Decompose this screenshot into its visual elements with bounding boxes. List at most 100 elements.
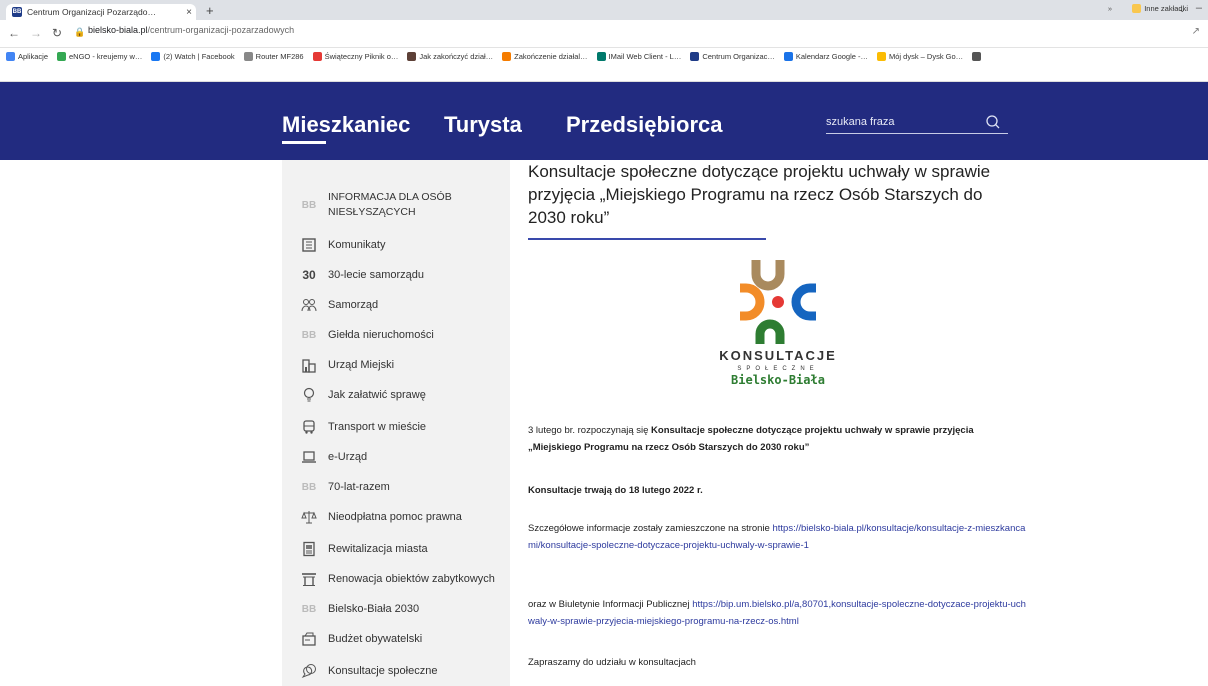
sidebar-item[interactable]: Rewitalizacja miasta: [282, 534, 510, 564]
sidebar-item[interactable]: Komunikaty: [282, 230, 510, 260]
bookmark-item[interactable]: Zakończenie działal…: [502, 52, 588, 61]
chat-icon: [300, 662, 318, 680]
reload-icon[interactable]: ↻: [52, 26, 62, 40]
bookmark-favicon-icon: [502, 52, 512, 61]
newspaper-icon: [300, 236, 318, 254]
bookmark-item[interactable]: eNGO - kreujemy w…: [57, 52, 142, 61]
forward-arrow-icon[interactable]: →: [30, 26, 42, 40]
sidebar-item[interactable]: BB Bielsko-Biała 2030: [282, 594, 510, 624]
bookmark-favicon-icon: [407, 52, 417, 61]
tab-close-icon[interactable]: ×: [182, 7, 196, 18]
sidebar-menu: BB INFORMACJA DLA OSÓB NIESŁYSZĄCYCH Komun…: [282, 160, 510, 686]
sidebar-item-label: 30-lecie samorządu: [328, 268, 424, 281]
bookmark-label: Aplikacje: [18, 52, 49, 61]
bookmark-item[interactable]: Mój dysk – Dysk Go…: [877, 52, 963, 61]
details-text: Szczegółowe informacje zostały zamieszcz…: [528, 523, 773, 534]
search-box: [826, 112, 1008, 134]
sidebar-item[interactable]: Transport w mieście: [282, 412, 510, 442]
sidebar-item[interactable]: Samorząd: [282, 290, 510, 320]
bookmark-label: Centrum Organizac…: [702, 52, 775, 61]
bookmark-label: IMail Web Client - L…: [608, 52, 682, 61]
sidebar-item-label: Transport w mieście: [328, 420, 427, 433]
lightbulb-icon: [300, 386, 318, 404]
bb-logo-icon: BB: [301, 329, 317, 341]
other-bookmarks[interactable]: Inne zakładki: [1132, 4, 1188, 13]
building-icon: [300, 356, 318, 374]
logo-sub: SPOŁECZNE: [737, 366, 818, 372]
back-arrow-icon[interactable]: ←: [8, 26, 20, 40]
bookmark-label: Jak zakończyć dział…: [419, 52, 494, 61]
logo-word: KONSULTACJE: [719, 348, 837, 363]
address-bar-row: ← → ↻ 🔒 bielsko-biala.pl/centrum-organiz…: [0, 20, 1208, 48]
bookmarks-overflow-button[interactable]: »: [1108, 4, 1112, 13]
bookmark-favicon-icon: [690, 52, 700, 61]
bookmark-label: eNGO - kreujemy w…: [69, 52, 143, 61]
bookmark-favicon-icon: [243, 52, 253, 61]
sidebar-item-label: 70-lat-razem: [328, 480, 390, 493]
bb-logo-icon: BB: [301, 199, 317, 211]
bip-paragraph: oraz w Biuletynie Informacji Publicznej …: [528, 596, 1028, 630]
bookmark-item[interactable]: IMail Web Client - L…: [596, 52, 682, 61]
other-bookmarks-label: Inne zakładki: [1144, 4, 1188, 13]
sidebar-item-label: Nieodpłatna pomoc prawna: [328, 510, 462, 523]
share-icon[interactable]: ↗: [1192, 26, 1200, 37]
sidebar-item-label: Komunikaty: [328, 238, 386, 251]
article-title: Konsultacje społeczne dotyczące projektu…: [528, 162, 991, 227]
konsultacje-logo: KONSULTACJE SPOŁECZNE Bielsko-Biała: [719, 260, 837, 387]
bookmark-item[interactable]: (2) Watch | Facebook: [151, 52, 235, 61]
search-icon[interactable]: [984, 113, 1002, 131]
url-field[interactable]: bielsko-biala.pl/centrum-organizacji-poz…: [88, 25, 294, 35]
monument-icon: [300, 570, 318, 588]
sidebar-item-label: Renowacja obiektów zabytkowych: [328, 572, 495, 585]
bookmark-item[interactable]: Jak zakończyć dział…: [407, 52, 493, 61]
sidebar-item[interactable]: Urząd Miejski: [282, 350, 510, 380]
minimize-icon[interactable]: –: [1196, 2, 1202, 14]
wallet-icon: [300, 630, 318, 648]
sidebar-item[interactable]: Renowacja obiektów zabytkowych: [282, 564, 510, 594]
nav-przedsiebiorca[interactable]: Przedsiębiorca: [566, 112, 723, 138]
new-tab-button[interactable]: +: [206, 3, 214, 18]
sidebar-item[interactable]: BB Giełda nieruchomości: [282, 320, 510, 350]
bookmark-item[interactable]: Aplikacje: [6, 52, 48, 61]
lock-icon: 🔒: [74, 27, 86, 37]
sidebar-item[interactable]: 30 30-lecie samorządu: [282, 260, 510, 290]
bookmark-item[interactable]: Centrum Organizac…: [690, 52, 775, 61]
bookmark-label: Mój dysk – Dysk Go…: [889, 52, 964, 61]
sidebar-item[interactable]: Konsultacje społeczne: [282, 656, 510, 686]
search-input[interactable]: [826, 112, 976, 132]
sidebar-item-label: Samorząd: [328, 298, 379, 311]
bookmark-favicon-icon: [877, 52, 886, 61]
sidebar-item[interactable]: Budżet obywatelski: [282, 624, 510, 654]
sidebar-item[interactable]: Nieodpłatna pomoc prawna: [282, 502, 510, 532]
sidebar-item-label: Urząd Miejski: [328, 358, 395, 371]
bookmarks-bar: Aplikacje eNGO - kreujemy w… (2) Watch | F…: [0, 48, 1208, 82]
bookmark-item[interactable]: Świąteczny Piknik o…: [312, 52, 398, 61]
url-path: /centrum-organizacji-pozarzadowych: [147, 25, 295, 35]
title-divider: [528, 238, 766, 240]
browser-tab[interactable]: BB Centrum Organizacji Pozarządo… ×: [6, 4, 196, 20]
sidebar-item-label: Jak załatwić sprawę: [328, 388, 426, 401]
sidebar-item-label: Konsultacje społeczne: [328, 664, 438, 677]
sidebar-item-label: INFORMACJA DLA OSÓB NIESŁYSZĄCYCH: [328, 191, 452, 218]
bookmark-favicon-icon: [57, 52, 67, 61]
document-icon: [300, 540, 318, 558]
bookmark-favicon-icon: [783, 52, 793, 61]
deadline-paragraph: Konsultacje trwają do 18 lutego 2022 r.: [528, 485, 703, 496]
bookmark-favicon-icon: [596, 52, 606, 61]
intro-text: 3 lutego br. rozpoczynają się: [528, 425, 652, 436]
sidebar-item[interactable]: BB 70-lat-razem: [282, 472, 510, 502]
details-paragraph: Szczegółowe informacje zostały zamieszcz…: [528, 520, 1028, 554]
scales-icon: [300, 508, 318, 526]
sidebar-item[interactable]: Jak załatwić sprawę: [282, 380, 510, 410]
bookmark-item[interactable]: [972, 52, 984, 61]
nav-mieszkaniec[interactable]: Mieszkaniec: [282, 112, 410, 138]
bookmark-item[interactable]: Kalendarz Google -…: [783, 52, 868, 61]
bookmark-item[interactable]: Router MF286: [243, 52, 304, 61]
thirty-icon: 30: [302, 268, 316, 282]
nav-turysta[interactable]: Turysta: [444, 112, 522, 138]
sidebar-item-label: Bielsko-Biała 2030: [328, 602, 420, 615]
sidebar-item[interactable]: e-Urząd: [282, 442, 510, 472]
bookmark-label: Router MF286: [255, 52, 304, 61]
active-nav-underline: [282, 141, 326, 144]
sidebar-item[interactable]: BB INFORMACJA DLA OSÓB NIESŁYSZĄCYCH: [282, 188, 510, 222]
